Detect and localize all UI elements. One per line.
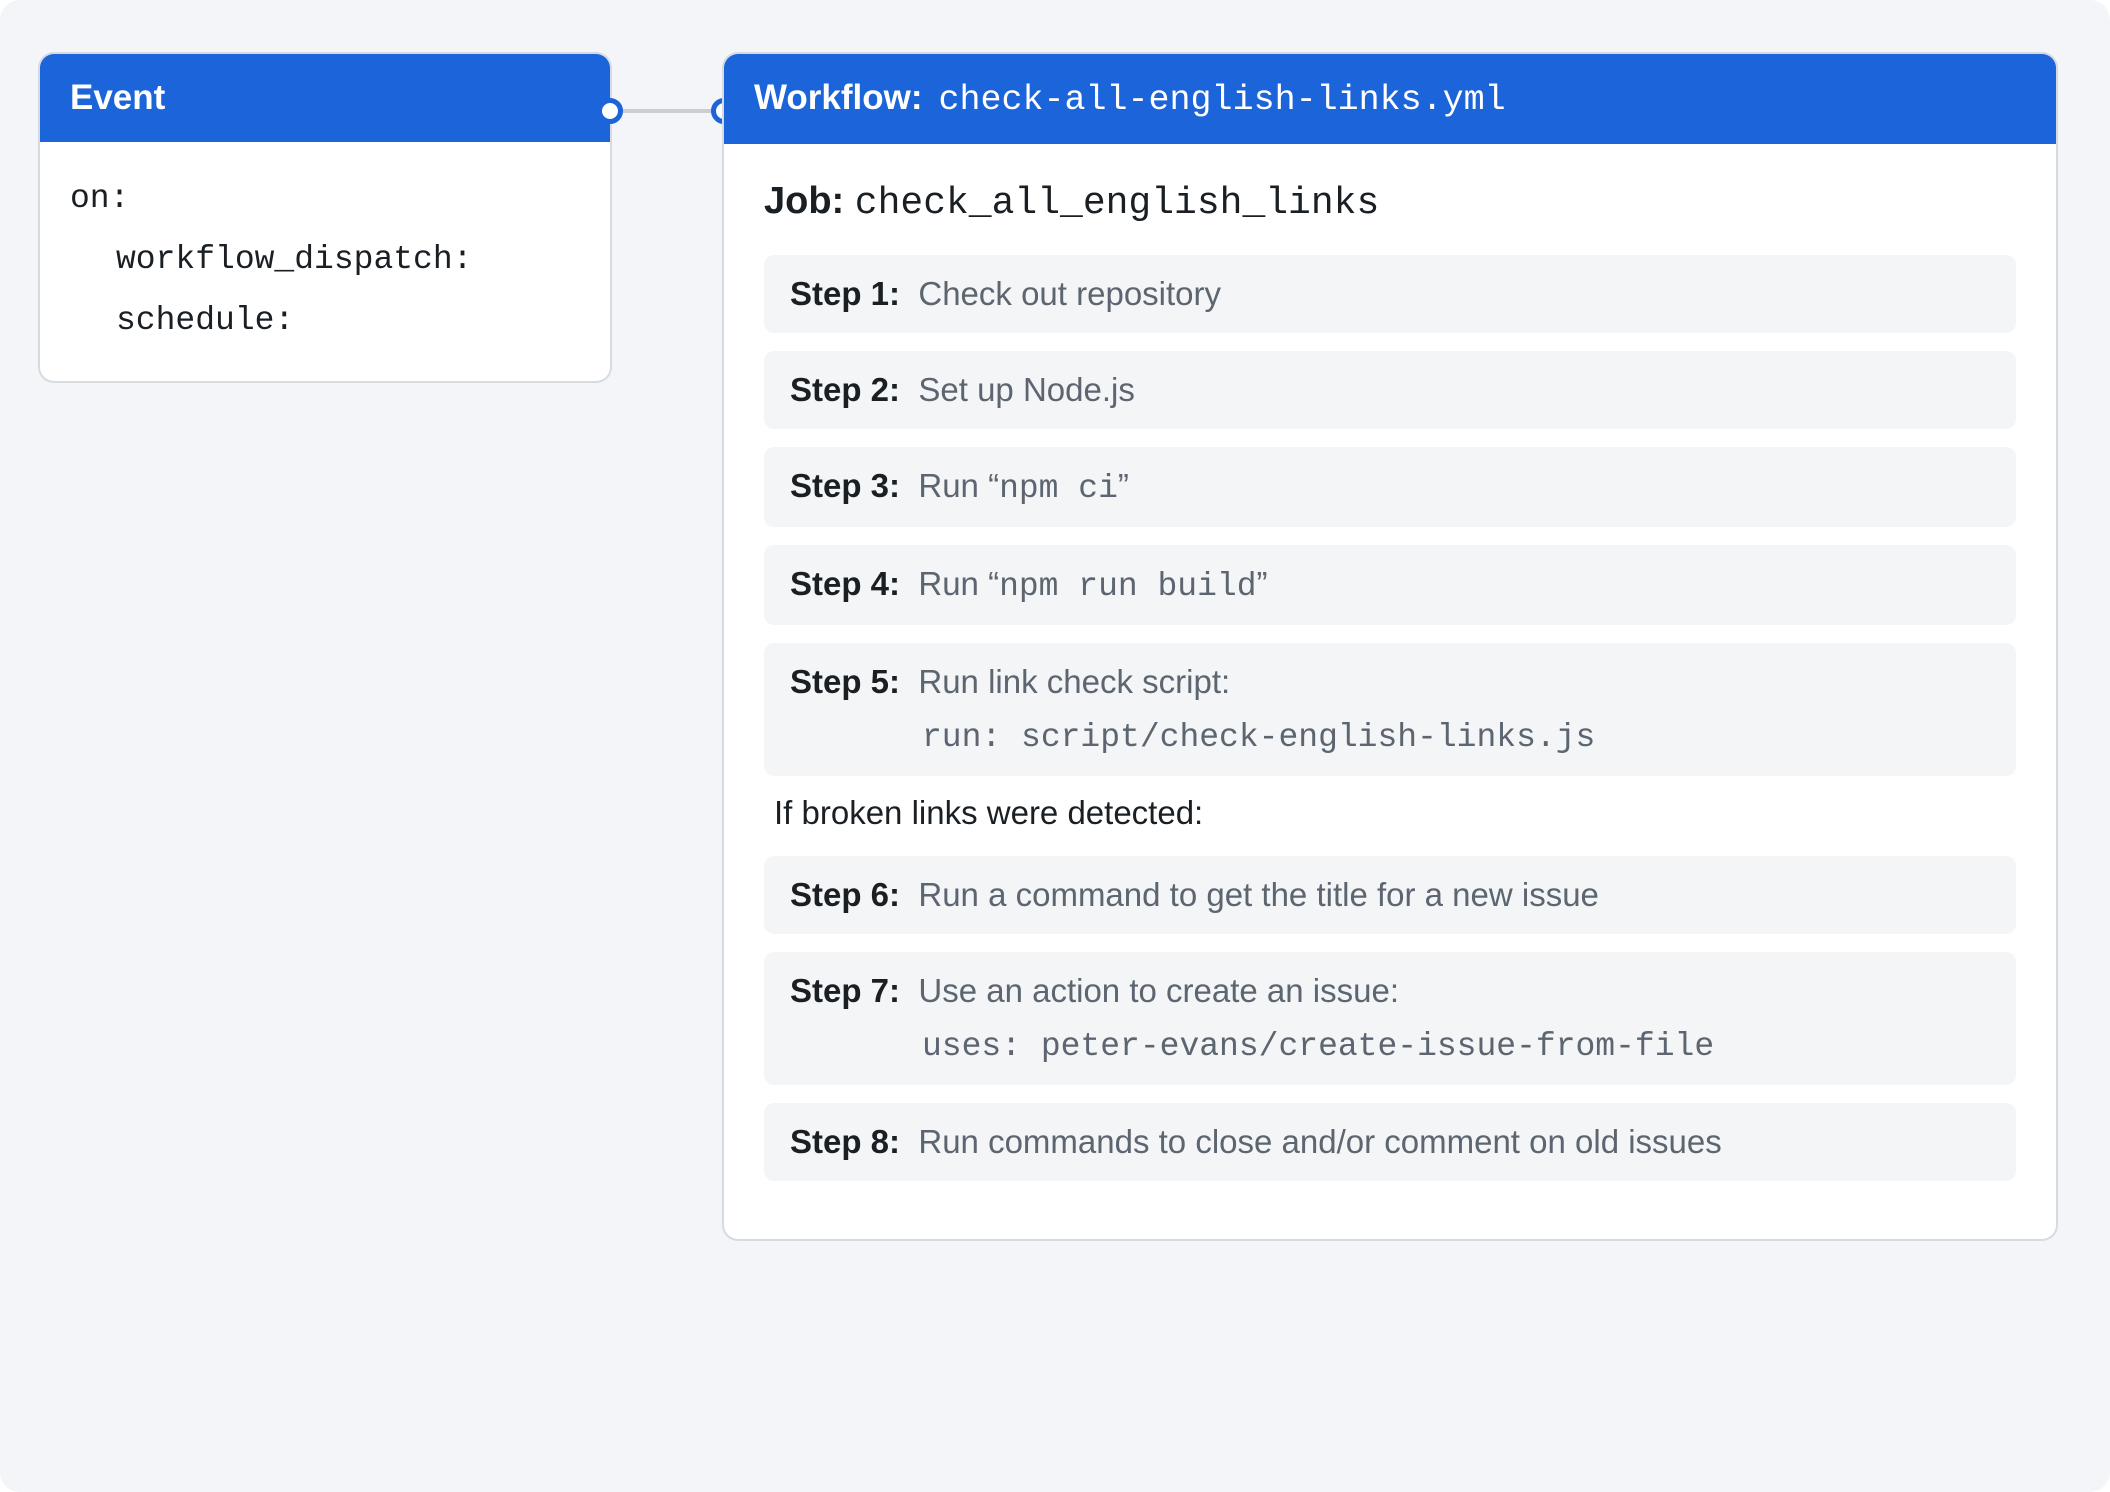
workflow-header-label: Workflow: [754, 78, 923, 118]
diagram-canvas: Event on: workflow_dispatch: schedule: W… [0, 0, 2110, 1492]
step-4-pre: Run “ [918, 565, 999, 602]
step-7: Step 7: Use an action to create an issue… [764, 952, 2016, 1085]
connector-line [615, 109, 719, 113]
step-5-desc: Run link check script: [918, 663, 1230, 700]
workflow-header-file: check-all-english-links.yml [939, 80, 1506, 120]
step-1-label: Step 1: [790, 275, 900, 312]
conditional-note: If broken links were detected: [774, 794, 2016, 832]
workflow-card: Workflow: check-all-english-links.yml Jo… [724, 54, 2056, 1239]
step-1-desc: Check out repository [918, 275, 1221, 312]
step-4-label: Step 4: [790, 565, 900, 602]
step-6-label: Step 6: [790, 876, 900, 913]
step-3-pre: Run “ [918, 467, 999, 504]
step-7-label: Step 7: [790, 972, 900, 1009]
step-6: Step 6: Run a command to get the title f… [764, 856, 2016, 934]
event-on-key: on: [70, 180, 129, 217]
step-3-label: Step 3: [790, 467, 900, 504]
step-7-desc: Use an action to create an issue: [918, 972, 1399, 1009]
step-5-sub: run: script/check-english-links.js [790, 719, 1990, 756]
step-5: Step 5: Run link check script: run: scri… [764, 643, 2016, 776]
step-2: Step 2: Set up Node.js [764, 351, 2016, 429]
step-3-code: npm ci [999, 470, 1118, 507]
connector [603, 96, 731, 124]
event-body: on: workflow_dispatch: schedule: [40, 142, 610, 381]
event-header: Event [40, 54, 610, 142]
step-4: Step 4: Run “npm run build” [764, 545, 2016, 625]
step-4-post: ” [1257, 565, 1268, 602]
step-2-label: Step 2: [790, 371, 900, 408]
step-4-code: npm run build [999, 568, 1256, 605]
step-1: Step 1: Check out repository [764, 255, 2016, 333]
job-label: Job: [764, 180, 844, 222]
event-trigger-schedule: schedule: [70, 290, 580, 351]
step-8-desc: Run commands to close and/or comment on … [918, 1123, 1721, 1160]
job-name: check_all_english_links [855, 182, 1380, 225]
step-8-label: Step 8: [790, 1123, 900, 1160]
step-2-desc: Set up Node.js [918, 371, 1134, 408]
step-8: Step 8: Run commands to close and/or com… [764, 1103, 2016, 1181]
workflow-body: Job: check_all_english_links Step 1: Che… [724, 144, 2056, 1239]
job-title: Job: check_all_english_links [764, 180, 2016, 225]
step-6-desc: Run a command to get the title for a new… [918, 876, 1599, 913]
step-3-post: ” [1118, 467, 1129, 504]
step-3: Step 3: Run “npm ci” [764, 447, 2016, 527]
step-5-label: Step 5: [790, 663, 900, 700]
event-trigger-dispatch: workflow_dispatch: [70, 229, 580, 290]
step-7-sub: uses: peter-evans/create-issue-from-file [790, 1028, 1990, 1065]
workflow-header: Workflow: check-all-english-links.yml [724, 54, 2056, 144]
event-card: Event on: workflow_dispatch: schedule: [40, 54, 610, 381]
